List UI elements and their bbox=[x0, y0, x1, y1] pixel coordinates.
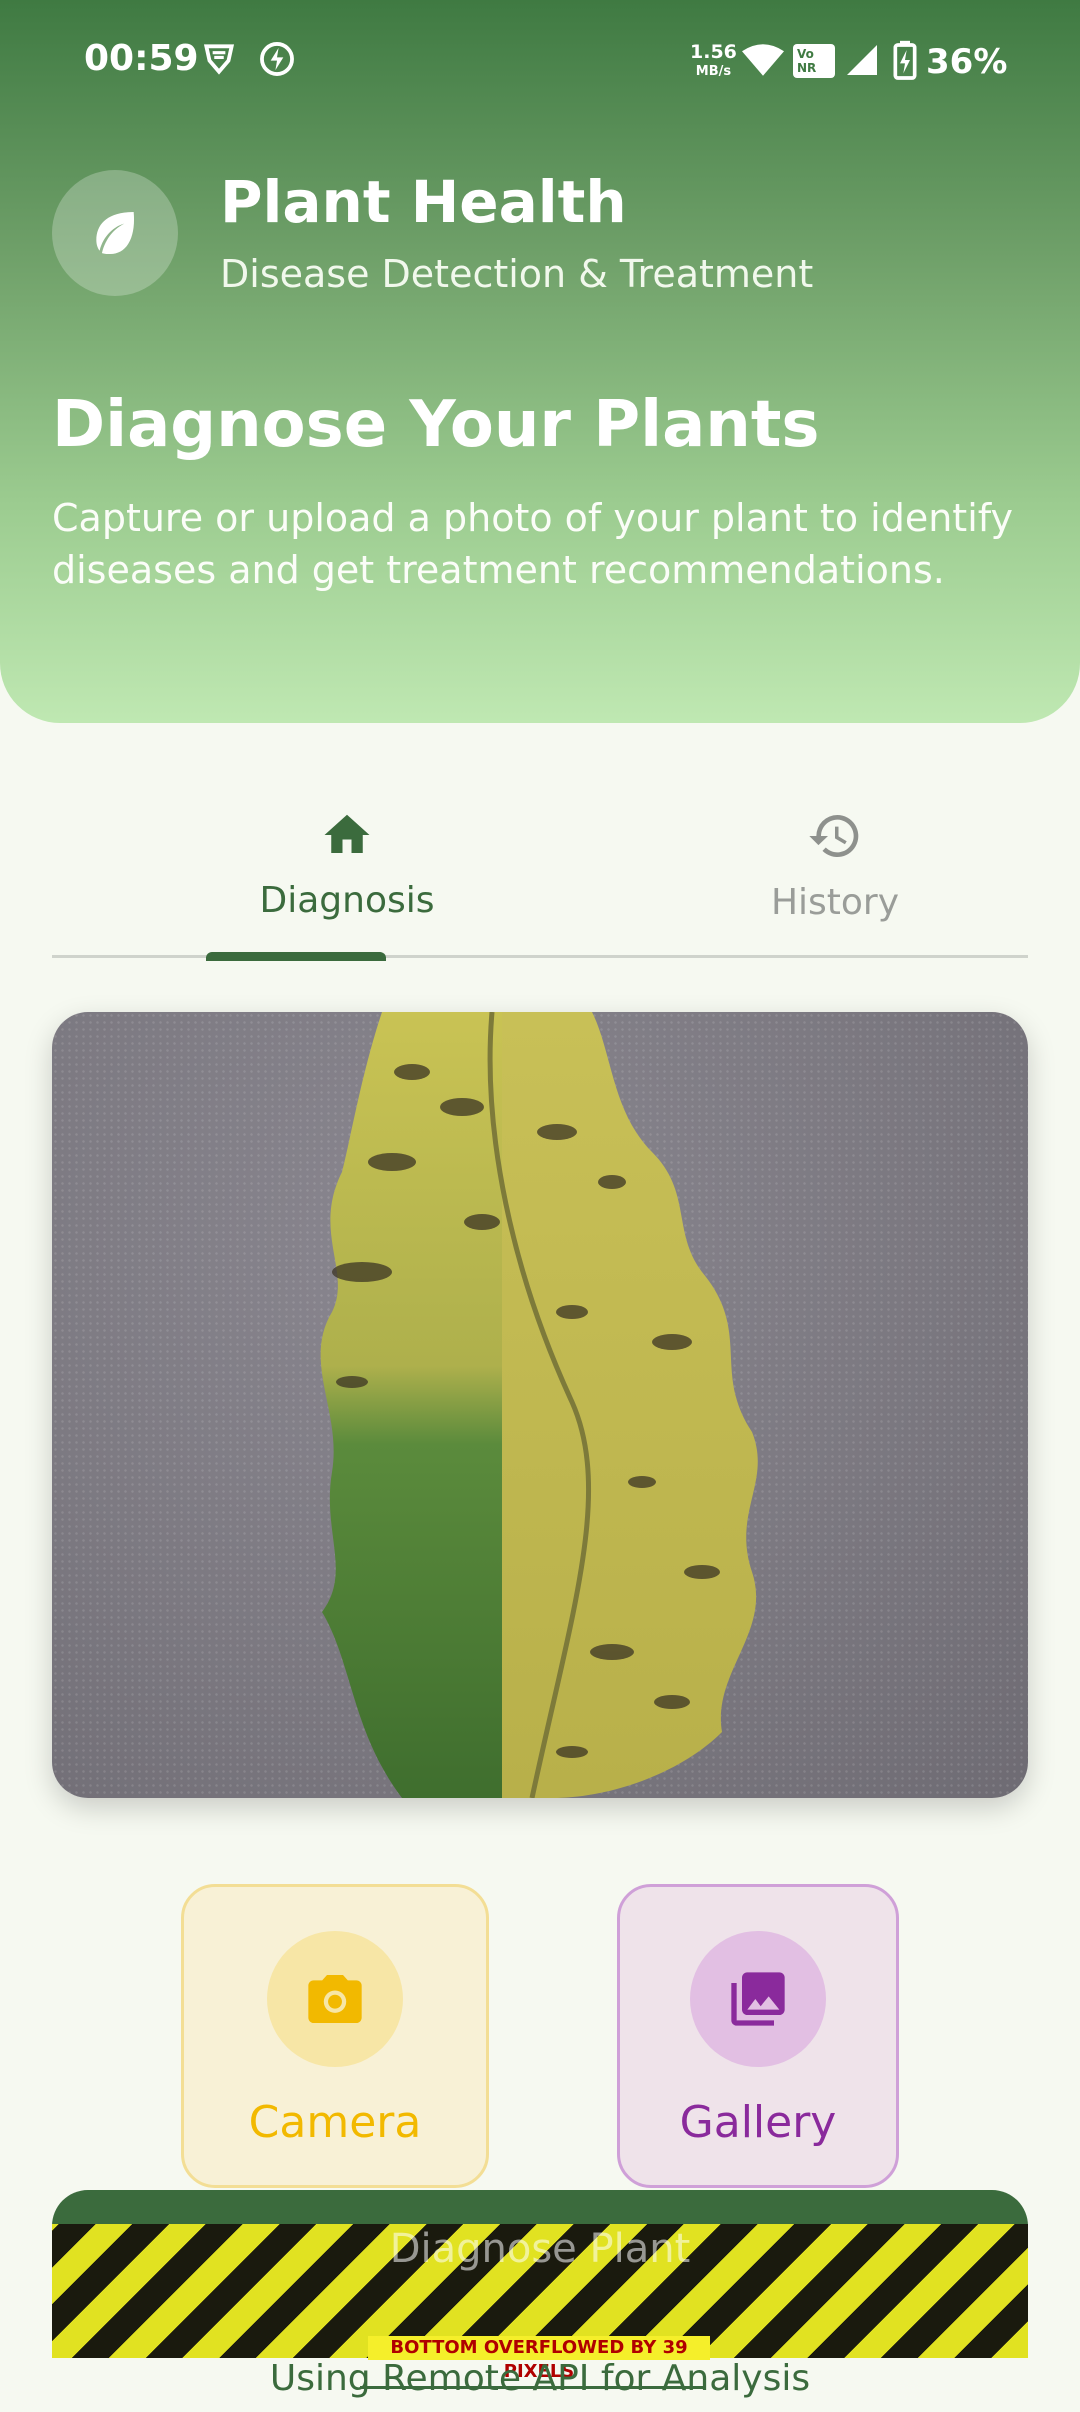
camera-label: Camera bbox=[248, 2097, 422, 2148]
tab-diagnosis-label: Diagnosis bbox=[259, 880, 435, 921]
overflow-strike-line bbox=[360, 2386, 705, 2389]
network-speed-unit: MB/s bbox=[695, 64, 732, 79]
wifi-icon bbox=[742, 42, 784, 82]
tab-diagnosis[interactable]: Diagnosis bbox=[197, 790, 497, 955]
volte-badge: Vo NR bbox=[793, 44, 835, 78]
tab-history-label: History bbox=[770, 882, 900, 923]
battery-charging-icon bbox=[892, 40, 918, 84]
api-note: Using Remote API for Analysis bbox=[269, 2358, 811, 2399]
hero-title: Diagnose Your Plants bbox=[52, 388, 820, 462]
home-icon bbox=[324, 814, 370, 853]
camera-button[interactable]: Camera bbox=[181, 1884, 489, 2188]
tab-selected-indicator bbox=[206, 952, 386, 961]
volte-label-bottom: NR bbox=[797, 61, 817, 75]
app-logo bbox=[52, 170, 178, 296]
network-speed: 1.56 MB/s bbox=[690, 42, 737, 82]
diagnose-plant-label: Diagnose Plant bbox=[389, 2226, 691, 2272]
gallery-label: Gallery bbox=[679, 2097, 837, 2148]
hero-description: Capture or upload a photo of your plant … bbox=[52, 496, 1013, 592]
tab-history[interactable]: History bbox=[685, 790, 985, 955]
app-subtitle: Disease Detection & Treatment bbox=[220, 252, 814, 296]
data-saver-icon bbox=[258, 40, 296, 82]
history-icon bbox=[809, 815, 859, 857]
volte-label-top: Vo bbox=[797, 47, 814, 61]
gallery-icon bbox=[731, 1972, 785, 2026]
header-banner: 00:59 1.56 MB/s Vo NR 36% Plant Health D… bbox=[0, 0, 1080, 723]
status-bar: 00:59 1.56 MB/s Vo NR 36% bbox=[0, 30, 1080, 94]
camera-icon-circle bbox=[267, 1931, 403, 2067]
plant-photo bbox=[52, 1012, 1028, 1798]
app-title: Plant Health bbox=[220, 168, 627, 236]
overflow-warning-text: BOTTOM OVERFLOWED BY 39 PIXELS bbox=[368, 2336, 710, 2382]
network-speed-value: 1.56 bbox=[690, 41, 737, 63]
gallery-icon-circle bbox=[690, 1931, 826, 2067]
gallery-button[interactable]: Gallery bbox=[617, 1884, 899, 2188]
tab-bar: Diagnosis History bbox=[52, 790, 1028, 958]
battery-percentage: 36% bbox=[926, 42, 1008, 82]
camera-icon bbox=[308, 1975, 362, 2023]
vpn-shield-icon bbox=[200, 40, 238, 82]
leaf-icon bbox=[96, 212, 135, 254]
status-time: 00:59 bbox=[84, 38, 199, 79]
cellular-signal-icon bbox=[844, 42, 880, 82]
